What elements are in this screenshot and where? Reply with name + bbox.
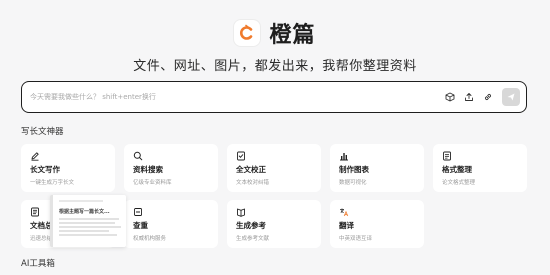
preview-title: 根据主题写一篇长文...: [59, 209, 110, 215]
card-translate[interactable]: 翻译 中英双语互译: [330, 200, 424, 248]
card-subtitle: 一键生成万字长文: [30, 180, 75, 186]
section-title-writing: 写长文神器: [21, 127, 64, 137]
card-title: 全文校正: [236, 165, 266, 174]
card-subtitle: 权威机构服务: [133, 236, 167, 242]
prompt-tools: [444, 91, 494, 103]
pen-icon: [31, 152, 39, 161]
writing-preview-thumbnail: 根据主题写一篇长文...: [50, 195, 126, 247]
brand-header: 橙篇: [0, 17, 550, 49]
card-subtitle: 论文格式整理: [442, 180, 476, 186]
brand-name: 橙篇: [269, 23, 316, 48]
brand-logo: [234, 20, 261, 46]
cube-icon[interactable]: [444, 91, 456, 103]
preview-line: [59, 226, 121, 228]
search-icon: [133, 151, 143, 161]
translate-icon: [340, 208, 349, 217]
upload-icon[interactable]: [463, 91, 475, 103]
slogan: 文件、网址、图片，都发出来，我帮你整理资料: [133, 59, 417, 74]
card-title: 查重: [133, 221, 148, 230]
card-subtitle: 文本校对纠错: [236, 180, 270, 186]
card-title: 长文写作: [30, 165, 60, 174]
card-material-search[interactable]: 资料搜索 亿级专业资料库: [124, 144, 218, 192]
card-format[interactable]: 格式整理 论文格式整理: [433, 144, 527, 192]
format-icon: [443, 151, 451, 161]
preview-line: [59, 218, 119, 220]
card-title: 格式整理: [442, 165, 472, 174]
preview-line: [59, 234, 117, 236]
send-icon: [507, 93, 515, 101]
card-title: 翻译: [339, 221, 354, 230]
card-title: 生成参考: [236, 221, 266, 230]
section-title-ai-tools: AI工具箱: [21, 259, 55, 269]
doc-check-icon: [237, 151, 245, 161]
card-subtitle: 中英双语互译: [339, 236, 373, 242]
preview-line: [59, 230, 109, 232]
card-subtitle: 亿级专业资料库: [133, 180, 172, 186]
card-long-writing[interactable]: 长文写作 一键生成万字长文: [21, 144, 115, 192]
card-make-chart[interactable]: 制作图表 数据可视化: [330, 144, 424, 192]
link-icon[interactable]: [482, 91, 494, 103]
preview-toolbar: [59, 200, 103, 202]
card-subtitle: 数据可视化: [339, 180, 367, 186]
card-proofread[interactable]: 全文校正 文本校对纠错: [227, 144, 321, 192]
dup-check-icon: [134, 208, 142, 216]
card-references[interactable]: 生成参考 生成参考文献: [227, 200, 321, 248]
bar-chart-icon: [340, 153, 348, 161]
reference-icon: [237, 208, 245, 217]
card-subtitle: 生成参考文献: [236, 236, 270, 242]
send-button[interactable]: [502, 88, 520, 106]
summary-icon: [31, 207, 39, 217]
prompt-input[interactable]: [30, 93, 444, 101]
preview-line: [59, 222, 115, 224]
card-title: 资料搜索: [133, 165, 163, 174]
prompt-box[interactable]: [21, 81, 527, 113]
card-title: 制作图表: [339, 165, 369, 174]
card-dup-check[interactable]: 查重 权威机构服务: [124, 200, 218, 248]
